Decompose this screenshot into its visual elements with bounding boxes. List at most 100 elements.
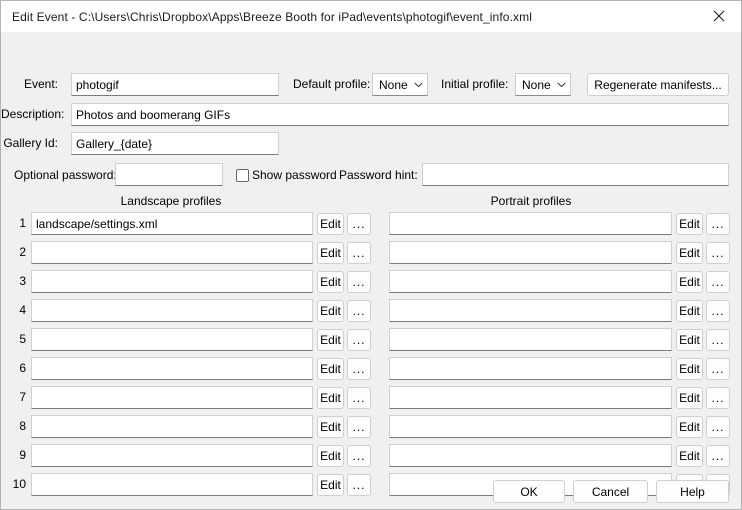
row-number: 5 <box>19 332 26 346</box>
landscape-edit-button[interactable]: Edit <box>317 387 344 409</box>
portrait-browse-button[interactable]: ... <box>706 445 730 467</box>
chevron-down-icon <box>409 82 427 88</box>
close-button[interactable] <box>696 1 741 31</box>
landscape-browse-button[interactable]: ... <box>347 213 371 235</box>
gallery-id-label: Gallery Id: <box>3 136 58 150</box>
portrait-profile-input[interactable] <box>389 270 672 293</box>
landscape-browse-button[interactable]: ... <box>347 329 371 351</box>
portrait-profile-input[interactable] <box>389 212 672 235</box>
edit-event-dialog: Edit Event - C:\Users\Chris\Dropbox\Apps… <box>0 0 742 510</box>
landscape-browse-button[interactable]: ... <box>347 242 371 264</box>
portrait-edit-button[interactable]: Edit <box>676 387 703 409</box>
landscape-browse-button[interactable]: ... <box>347 387 371 409</box>
profile-row: 9 Edit... Edit... <box>1 444 742 472</box>
window-title: Edit Event - C:\Users\Chris\Dropbox\Apps… <box>12 9 533 24</box>
landscape-browse-button[interactable]: ... <box>347 445 371 467</box>
landscape-profile-input[interactable] <box>31 415 313 438</box>
password-hint-input[interactable] <box>422 163 729 186</box>
password-hint-label: Password hint: <box>339 168 418 182</box>
row-number: 1 <box>19 216 26 230</box>
portrait-browse-button[interactable]: ... <box>706 416 730 438</box>
landscape-edit-button[interactable]: Edit <box>317 474 344 496</box>
landscape-profile-input[interactable] <box>31 328 313 351</box>
portrait-profile-input[interactable] <box>389 328 672 351</box>
landscape-edit-button[interactable]: Edit <box>317 213 344 235</box>
close-icon <box>713 10 724 22</box>
landscape-browse-button[interactable]: ... <box>347 271 371 293</box>
help-button[interactable]: Help <box>656 480 729 503</box>
profile-row: 8 Edit... Edit... <box>1 415 742 443</box>
event-input[interactable] <box>71 73 279 96</box>
profile-row: 2 Edit... Edit... <box>1 241 742 269</box>
description-label: Description: <box>1 107 65 121</box>
landscape-profile-input[interactable] <box>31 270 313 293</box>
default-profile-select[interactable]: None <box>372 73 428 96</box>
portrait-edit-button[interactable]: Edit <box>676 300 703 322</box>
portrait-profile-input[interactable] <box>389 299 672 322</box>
landscape-edit-button[interactable]: Edit <box>317 445 344 467</box>
portrait-edit-button[interactable]: Edit <box>676 358 703 380</box>
ok-button[interactable]: OK <box>493 480 565 503</box>
landscape-profile-input[interactable] <box>31 212 313 235</box>
portrait-browse-button[interactable]: ... <box>706 213 730 235</box>
portrait-profile-input[interactable] <box>389 415 672 438</box>
landscape-edit-button[interactable]: Edit <box>317 416 344 438</box>
landscape-edit-button[interactable]: Edit <box>317 242 344 264</box>
portrait-browse-button[interactable]: ... <box>706 358 730 380</box>
show-password-label: Show password <box>252 168 337 182</box>
landscape-browse-button[interactable]: ... <box>347 416 371 438</box>
landscape-profile-input[interactable] <box>31 241 313 264</box>
landscape-profile-input[interactable] <box>31 386 313 409</box>
profile-row: 4 Edit... Edit... <box>1 299 742 327</box>
initial-profile-select[interactable]: None <box>515 73 571 96</box>
title-bar: Edit Event - C:\Users\Chris\Dropbox\Apps… <box>1 1 741 32</box>
regenerate-manifests-button[interactable]: Regenerate manifests... <box>587 73 729 96</box>
chevron-down-icon <box>552 82 570 88</box>
portrait-profile-input[interactable] <box>389 386 672 409</box>
portrait-profile-input[interactable] <box>389 357 672 380</box>
event-label: Event: <box>23 77 58 91</box>
portrait-profile-input[interactable] <box>389 444 672 467</box>
row-number: 2 <box>19 245 26 259</box>
portrait-edit-button[interactable]: Edit <box>676 445 703 467</box>
landscape-profile-input[interactable] <box>31 357 313 380</box>
portrait-edit-button[interactable]: Edit <box>676 242 703 264</box>
portrait-edit-button[interactable]: Edit <box>676 213 703 235</box>
landscape-browse-button[interactable]: ... <box>347 358 371 380</box>
portrait-browse-button[interactable]: ... <box>706 387 730 409</box>
portrait-profile-input[interactable] <box>389 241 672 264</box>
checkbox-box <box>236 168 249 182</box>
cancel-button[interactable]: Cancel <box>573 480 648 503</box>
landscape-profiles-header: Landscape profiles <box>120 194 222 208</box>
portrait-browse-button[interactable]: ... <box>706 300 730 322</box>
optional-password-input[interactable] <box>115 163 223 186</box>
landscape-edit-button[interactable]: Edit <box>317 358 344 380</box>
default-profile-value: None <box>379 77 408 92</box>
portrait-browse-button[interactable]: ... <box>706 242 730 264</box>
portrait-profiles-header: Portrait profiles <box>490 194 572 208</box>
landscape-browse-button[interactable]: ... <box>347 300 371 322</box>
landscape-edit-button[interactable]: Edit <box>317 300 344 322</box>
default-profile-label: Default profile: <box>293 77 371 91</box>
gallery-id-input[interactable] <box>71 132 279 155</box>
initial-profile-value: None <box>522 77 551 92</box>
initial-profile-label: Initial profile: <box>441 77 509 91</box>
portrait-edit-button[interactable]: Edit <box>676 329 703 351</box>
row-number: 9 <box>19 448 26 462</box>
profile-row: 5 Edit... Edit... <box>1 328 742 356</box>
portrait-edit-button[interactable]: Edit <box>676 416 703 438</box>
portrait-browse-button[interactable]: ... <box>706 271 730 293</box>
landscape-profile-input[interactable] <box>31 444 313 467</box>
landscape-browse-button[interactable]: ... <box>347 474 371 496</box>
landscape-profile-input[interactable] <box>31 299 313 322</box>
profile-row: 7 Edit... Edit... <box>1 386 742 414</box>
row-number: 3 <box>19 274 26 288</box>
show-password-checkbox[interactable]: Show password <box>236 168 337 182</box>
landscape-edit-button[interactable]: Edit <box>317 329 344 351</box>
portrait-edit-button[interactable]: Edit <box>676 271 703 293</box>
description-input[interactable] <box>71 103 729 126</box>
portrait-browse-button[interactable]: ... <box>706 329 730 351</box>
landscape-profile-input[interactable] <box>31 473 313 496</box>
landscape-edit-button[interactable]: Edit <box>317 271 344 293</box>
profile-row: 1Edit...Edit... <box>1 212 742 240</box>
